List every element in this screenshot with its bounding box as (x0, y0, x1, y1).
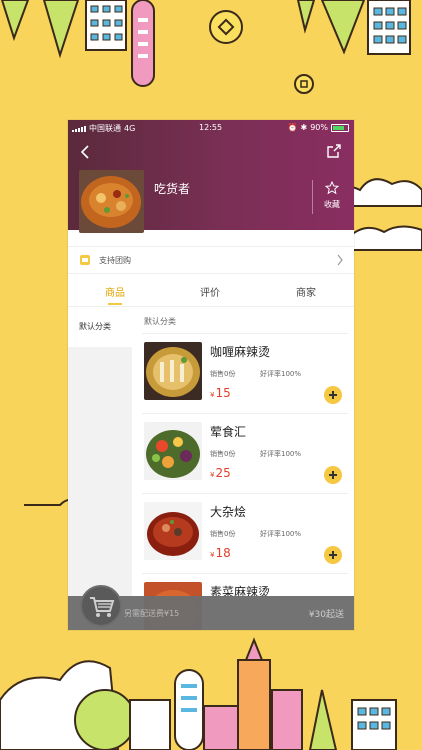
favorite-button[interactable]: 收藏 (312, 181, 352, 210)
category-sidebar: 默认分类 (68, 307, 132, 597)
product-sales: 销售0份 (210, 530, 236, 538)
sidebar-item-default[interactable]: 默认分类 (68, 307, 132, 347)
product-rating: 好评率100% (260, 450, 302, 458)
battery-icon (331, 123, 349, 132)
shop-logo-image (79, 170, 144, 233)
product-item[interactable]: 荤食汇 销售0份 好评率100% ¥25 (142, 414, 348, 494)
product-name: 荤食汇 (210, 425, 247, 439)
group-buy-label: 支持团购 (99, 256, 131, 265)
delivery-fee-note: 另需配送费¥15 (124, 609, 180, 618)
product-price: ¥25 (210, 466, 231, 480)
product-price: ¥15 (210, 386, 231, 400)
favorite-label: 收藏 (324, 200, 340, 209)
bluetooth-icon: ✱ (300, 123, 308, 132)
product-item[interactable]: 大杂烩 销售0份 好评率100% ¥18 (142, 494, 348, 574)
chevron-right-icon (337, 254, 343, 266)
tab-products[interactable]: 商品 (105, 284, 125, 299)
product-sales: 销售0份 (210, 450, 236, 458)
tab-reviews[interactable]: 评价 (200, 284, 220, 299)
network-label: 4G (124, 124, 136, 133)
tab-merchant[interactable]: 商家 (296, 284, 316, 299)
product-image (144, 342, 202, 400)
tab-bar: 商品 评价 商家 (68, 276, 354, 307)
group-buy-icon (80, 255, 90, 265)
product-sales: 销售0份 (210, 370, 236, 378)
status-bar: 中国联通 4G 12:55 ⏰ ✱ 90% (68, 120, 354, 136)
shop-name: 吃货者 (154, 182, 191, 196)
product-image (144, 422, 202, 480)
product-name: 大杂烩 (210, 505, 247, 519)
group-buy-row[interactable]: 支持团购 (68, 246, 354, 274)
cart-button[interactable] (80, 585, 122, 627)
back-arrow-icon[interactable] (78, 144, 94, 160)
product-item[interactable]: 咖喱麻辣烫 销售0份 好评率100% ¥15 (142, 334, 348, 414)
status-time: 12:55 (199, 123, 223, 132)
signal-icon (72, 125, 86, 132)
product-rating: 好评率100% (260, 530, 302, 538)
tab-indicator (108, 303, 122, 305)
add-to-cart-button[interactable] (324, 466, 342, 484)
add-to-cart-button[interactable] (324, 546, 342, 564)
shop-header: 中国联通 4G 12:55 ⏰ ✱ 90% 吃货者 收藏 (68, 120, 354, 233)
product-image (144, 502, 202, 560)
cart-icon (90, 597, 115, 617)
add-to-cart-button[interactable] (324, 386, 342, 404)
phone-screen: 中国联通 4G 12:55 ⏰ ✱ 90% 吃货者 收藏 支持团购 商品 评价 … (68, 120, 354, 630)
alarm-icon: ⏰ (287, 123, 298, 132)
sidebar-item-label: 默认分类 (79, 322, 111, 331)
product-name: 咖喱麻辣烫 (210, 345, 271, 359)
category-title: 默认分类 (144, 317, 176, 326)
share-icon[interactable] (326, 143, 342, 159)
product-rating: 好评率100% (260, 370, 302, 378)
product-price: ¥18 (210, 546, 231, 560)
star-icon (325, 181, 339, 195)
min-order-label[interactable]: ¥30起送 (309, 607, 344, 620)
carrier-label: 中国联通 (89, 124, 121, 133)
battery-percent: 90% (310, 123, 328, 132)
